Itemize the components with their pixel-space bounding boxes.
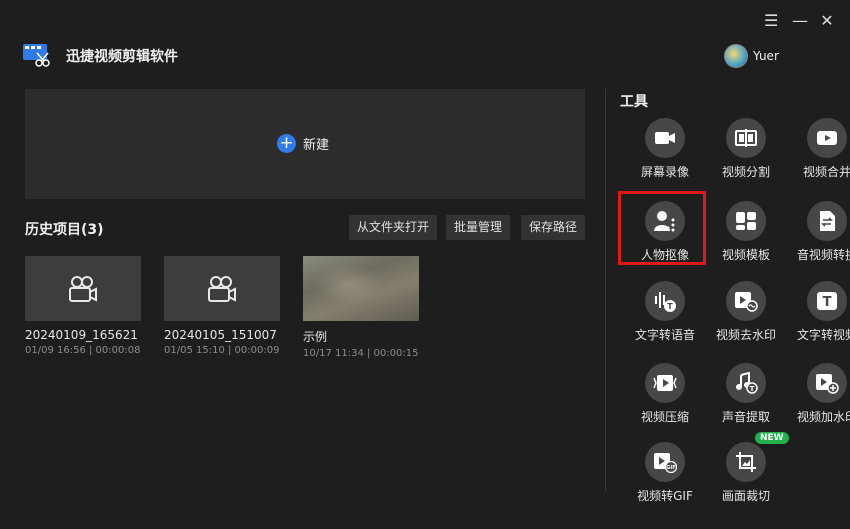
video-compress-icon — [645, 363, 685, 403]
project-thumbnail — [164, 256, 280, 321]
tool-label: 视频模板 — [721, 248, 770, 262]
tool-crop[interactable]: NEW 画面裁切 — [706, 432, 789, 522]
convert-icon — [807, 201, 847, 241]
video-merge-icon — [807, 118, 847, 158]
project-meta: 10/17 11:34 | 00:00:15 — [303, 348, 419, 359]
project-card[interactable]: 示例 10/17 11:34 | 00:00:15 — [303, 256, 419, 359]
project-name: 20240105_151007 — [164, 328, 277, 342]
screen-record-icon — [645, 118, 685, 158]
history-title: 历史项目(3) — [25, 222, 104, 238]
menu-icon[interactable]: ☰ — [764, 12, 778, 30]
crop-icon — [726, 442, 766, 482]
video-to-gif-icon: GIF — [645, 442, 685, 482]
project-thumbnail — [25, 256, 141, 321]
new-project-panel[interactable]: + 新建 — [25, 89, 585, 199]
video-split-icon — [726, 118, 766, 158]
add-watermark-icon — [807, 363, 847, 403]
tool-label: 视频压缩 — [640, 410, 689, 424]
tool-label: 视频分割 — [721, 165, 770, 179]
window-controls: ☰ — ✕ — [764, 12, 834, 30]
new-project-button[interactable]: + 新建 — [277, 134, 329, 153]
project-card[interactable]: 20240109_165621 01/09 16:56 | 00:00:08 — [25, 256, 141, 356]
tool-portrait-cutout[interactable]: 人物抠像 — [618, 191, 706, 281]
portrait-cutout-icon — [645, 201, 685, 241]
close-icon[interactable]: ✕ — [820, 12, 834, 30]
svg-text:GIF: GIF — [666, 465, 675, 471]
svg-text:T: T — [667, 302, 673, 311]
tool-label: 文字转视频 — [796, 328, 850, 342]
project-name: 20240109_165621 — [25, 328, 138, 342]
batch-manage-button[interactable]: 批量管理 — [446, 215, 511, 240]
tool-video-split[interactable]: 视频分割 — [706, 118, 786, 198]
sidebar-divider — [605, 89, 606, 491]
tool-label: 视频去水印 — [715, 328, 776, 342]
video-camera-icon — [208, 275, 236, 302]
tool-video-compress[interactable]: 视频压缩 — [625, 363, 705, 443]
tool-label: 人物抠像 — [640, 248, 689, 262]
svg-text:T: T — [750, 385, 755, 393]
app-title: 迅捷视频剪辑软件 — [66, 49, 178, 65]
project-meta: 01/05 15:10 | 00:00:09 — [164, 345, 280, 356]
text-to-speech-icon: T — [645, 281, 685, 321]
tool-label: 声音提取 — [721, 410, 770, 424]
tool-text-to-video[interactable]: T 文字转视频 — [787, 281, 850, 361]
tool-label: 视频转GIF — [637, 489, 693, 503]
minimize-icon[interactable]: — — [792, 12, 808, 30]
tool-label: 文字转语音 — [634, 328, 695, 342]
user-name: Yuer — [753, 49, 779, 63]
tool-remove-watermark[interactable]: 视频去水印 — [706, 281, 786, 361]
tool-audio-extract[interactable]: T 声音提取 — [706, 363, 786, 443]
tools-title: 工具 — [620, 94, 648, 110]
tool-label: 视频合并 — [802, 165, 850, 179]
svg-text:T: T — [823, 295, 832, 310]
tool-video-merge[interactable]: 视频合并 — [787, 118, 850, 198]
tool-label: 画面裁切 — [721, 489, 770, 503]
avatar[interactable] — [724, 44, 748, 68]
tool-add-watermark[interactable]: 视频加水印 — [787, 363, 850, 443]
tool-av-convert[interactable]: 音视频转换 — [787, 201, 850, 281]
video-camera-icon — [69, 275, 97, 302]
audio-extract-icon: T — [726, 363, 766, 403]
tool-video-to-gif[interactable]: GIF 视频转GIF — [625, 442, 705, 522]
tool-text-to-speech[interactable]: T 文字转语音 — [625, 281, 705, 361]
save-path-button[interactable]: 保存路径 — [521, 215, 586, 240]
new-project-label: 新建 — [303, 138, 330, 153]
plus-icon: + — [277, 134, 296, 153]
tool-screen-record[interactable]: 屏幕录像 — [625, 118, 705, 198]
video-template-icon — [726, 201, 766, 241]
user-account[interactable]: Yuer — [724, 44, 779, 68]
project-meta: 01/09 16:56 | 00:00:08 — [25, 345, 141, 356]
tool-video-template[interactable]: 视频模板 — [706, 201, 786, 281]
app-logo-icon — [23, 44, 50, 67]
remove-watermark-icon — [726, 281, 766, 321]
text-to-video-icon: T — [807, 281, 847, 321]
tool-label: 视频加水印 — [796, 410, 850, 424]
new-badge: NEW — [755, 432, 789, 444]
project-thumbnail — [303, 256, 419, 321]
tool-label: 屏幕录像 — [640, 165, 689, 179]
project-card[interactable]: 20240105_151007 01/05 15:10 | 00:00:09 — [164, 256, 280, 356]
open-folder-button[interactable]: 从文件夹打开 — [349, 215, 438, 240]
project-name: 示例 — [303, 330, 328, 344]
tool-label: 音视频转换 — [796, 248, 850, 262]
